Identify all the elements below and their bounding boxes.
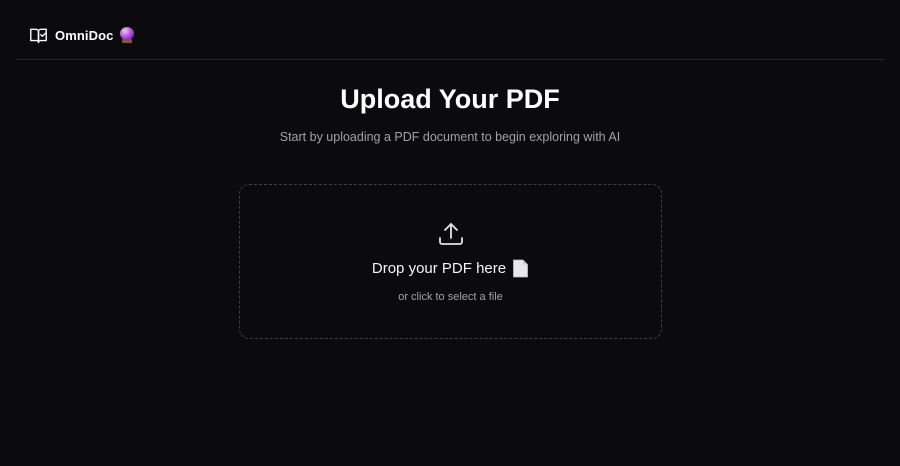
page-title: Upload Your PDF	[340, 84, 560, 114]
dropzone-label: Drop your PDF here	[371, 260, 507, 277]
brand-logo-link[interactable]: OmniDoc	[29, 25, 135, 45]
top-header: OmniDoc	[16, 0, 885, 60]
page: OmniDoc Upload Your PDF Start by uploadi…	[0, 0, 900, 466]
upload-icon	[439, 223, 463, 245]
crystal-ball-icon	[120, 27, 135, 43]
pdf-dropzone[interactable]: Drop your PDF here or click to select a …	[239, 184, 662, 339]
page-subtitle: Start by uploading a PDF document to beg…	[279, 130, 621, 144]
book-open-icon	[30, 28, 47, 43]
brand-name: OmniDoc	[55, 27, 114, 43]
document-icon	[513, 259, 529, 278]
dropzone-label-row: Drop your PDF here	[240, 259, 661, 278]
dropzone-hint: or click to select a file	[398, 291, 503, 303]
